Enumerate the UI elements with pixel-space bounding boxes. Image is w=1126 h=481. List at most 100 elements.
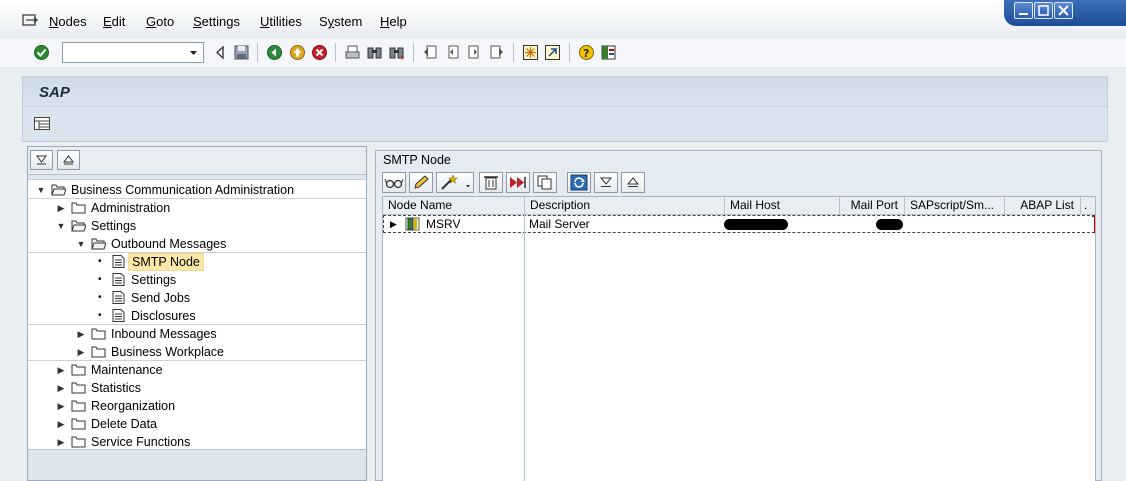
maximize-button[interactable] [1034, 2, 1053, 19]
previous-page-icon[interactable] [444, 44, 461, 61]
table-row[interactable]: ▶ MSRV Mail Server [383, 215, 1095, 233]
cancel-icon[interactable] [311, 44, 328, 61]
tree-node-administration[interactable]: ▶ Administration [28, 199, 366, 217]
copy-button[interactable] [533, 172, 557, 193]
double-arrow-icon [510, 177, 526, 188]
bullet-icon: • [98, 292, 102, 303]
expanded-arrow-icon[interactable]: ▼ [36, 181, 46, 199]
tree-node-smtp-node[interactable]: • SMTP Node [28, 253, 366, 271]
column-header[interactable]: ABAP List [1005, 197, 1081, 215]
last-page-icon[interactable] [488, 44, 505, 61]
chevron-down-icon[interactable] [186, 45, 201, 60]
tree-label: Business Communication Administration [71, 183, 295, 197]
back-icon[interactable] [266, 44, 283, 61]
command-field[interactable] [62, 42, 204, 63]
find-next-icon[interactable]: + [388, 44, 405, 61]
menu-help[interactable]: Help [380, 14, 407, 29]
enter-icon[interactable] [33, 44, 50, 61]
collapsed-arrow-icon[interactable]: ▶ [56, 199, 66, 217]
expand-button[interactable] [594, 172, 618, 193]
tree-label: Settings [131, 273, 177, 287]
shortcut-icon[interactable] [544, 44, 561, 61]
column-divider [524, 215, 525, 481]
collapsed-arrow-icon[interactable]: ▶ [390, 216, 397, 233]
tree-node-root[interactable]: ▼ Business Communication Administration [28, 181, 366, 199]
help-icon[interactable]: ? [578, 44, 595, 61]
svg-text:+: + [399, 54, 405, 61]
find-icon[interactable] [366, 44, 383, 61]
tree-node-delete-data[interactable]: ▶ Delete Data [28, 415, 366, 433]
expanded-arrow-icon[interactable]: ▼ [76, 235, 86, 253]
tree-node-inbound-messages[interactable]: ▶ Inbound Messages [28, 325, 366, 343]
glasses-icon [384, 178, 404, 189]
menu-edit[interactable]: Edit [103, 14, 125, 29]
back-arrow-icon[interactable] [212, 44, 229, 61]
tree-node-disclosures[interactable]: • Disclosures [28, 307, 366, 325]
column-header[interactable]: Node Name [383, 197, 525, 215]
create-button[interactable] [436, 172, 474, 193]
tree-node-outbound-messages[interactable]: ▼ Outbound Messages [28, 235, 366, 253]
collapse-button[interactable] [621, 172, 645, 193]
tree-node-settings[interactable]: ▼ Settings [28, 217, 366, 235]
tree-node-reorganization[interactable]: ▶ Reorganization [28, 397, 366, 415]
tree-label: Business Workplace [111, 345, 225, 359]
tree-label-selected: SMTP Node [128, 253, 204, 271]
panel-title: SMTP Node [383, 153, 451, 167]
expand-all-button[interactable] [30, 150, 53, 170]
panel-splitter[interactable] [367, 146, 374, 481]
execute-button[interactable] [506, 172, 530, 193]
column-header[interactable]: Mail Port [840, 197, 905, 215]
tree-node-statistics[interactable]: ▶ Statistics [28, 379, 366, 397]
tree-label: Delete Data [91, 417, 158, 431]
minimize-button[interactable] [1014, 2, 1033, 19]
new-session-icon[interactable] [522, 44, 539, 61]
next-page-icon[interactable] [466, 44, 483, 61]
column-header[interactable]: . [1081, 197, 1095, 215]
copy-icon [537, 175, 552, 190]
list-icon[interactable] [34, 117, 50, 130]
collapsed-arrow-icon[interactable]: ▶ [56, 415, 66, 433]
close-button[interactable] [1054, 2, 1073, 19]
column-header[interactable]: SAPscript/Sm... [905, 197, 1005, 215]
expanded-arrow-icon[interactable]: ▼ [56, 217, 66, 235]
menu-settings[interactable]: Settings [193, 14, 240, 29]
tree-node-business-workplace[interactable]: ▶ Business Workplace [28, 343, 366, 361]
menu-icon[interactable] [22, 13, 38, 27]
layout-menu-icon[interactable] [600, 44, 617, 61]
folder-icon [71, 418, 86, 430]
tree-label: Reorganization [91, 399, 176, 413]
display-button[interactable] [382, 172, 406, 193]
refresh-button[interactable] [567, 172, 591, 193]
collapsed-arrow-icon[interactable]: ▶ [56, 361, 66, 379]
first-page-icon[interactable] [422, 44, 439, 61]
exit-icon[interactable] [289, 44, 306, 61]
magic-wand-icon [441, 174, 470, 190]
tree-node-settings-2[interactable]: • Settings [28, 271, 366, 289]
collapsed-arrow-icon[interactable]: ▶ [76, 325, 86, 343]
menu-nodes[interactable]: Nodes [49, 14, 87, 29]
print-icon[interactable] [344, 44, 361, 61]
tree-node-send-jobs[interactable]: • Send Jobs [28, 289, 366, 307]
delete-button[interactable] [479, 172, 503, 193]
column-header[interactable]: Description [525, 197, 725, 215]
close-icon [1058, 5, 1069, 16]
column-header[interactable]: Mail Host [725, 197, 840, 215]
tree-label: Outbound Messages [111, 237, 227, 251]
change-button[interactable] [409, 172, 433, 193]
redacted-mail-port [876, 219, 903, 230]
toolbar-separator [335, 43, 336, 62]
menu-utilities[interactable]: Utilities [260, 14, 302, 29]
menu-system[interactable]: System [319, 14, 362, 29]
collapsed-arrow-icon[interactable]: ▶ [56, 379, 66, 397]
command-input[interactable] [63, 43, 185, 62]
folder-icon [71, 202, 86, 214]
save-icon[interactable] [233, 44, 250, 61]
toolbar-separator [569, 43, 570, 62]
collapsed-arrow-icon[interactable]: ▶ [56, 397, 66, 415]
collapse-all-button[interactable] [57, 150, 80, 170]
navigation-tree: ▼ Business Communication Administration … [28, 179, 366, 449]
collapsed-arrow-icon[interactable]: ▶ [76, 343, 86, 361]
tree-node-maintenance[interactable]: ▶ Maintenance [28, 361, 366, 379]
menu-bar: Nodes Edit Goto Settings Utilities Syste… [0, 0, 1126, 38]
menu-goto[interactable]: Goto [146, 14, 174, 29]
